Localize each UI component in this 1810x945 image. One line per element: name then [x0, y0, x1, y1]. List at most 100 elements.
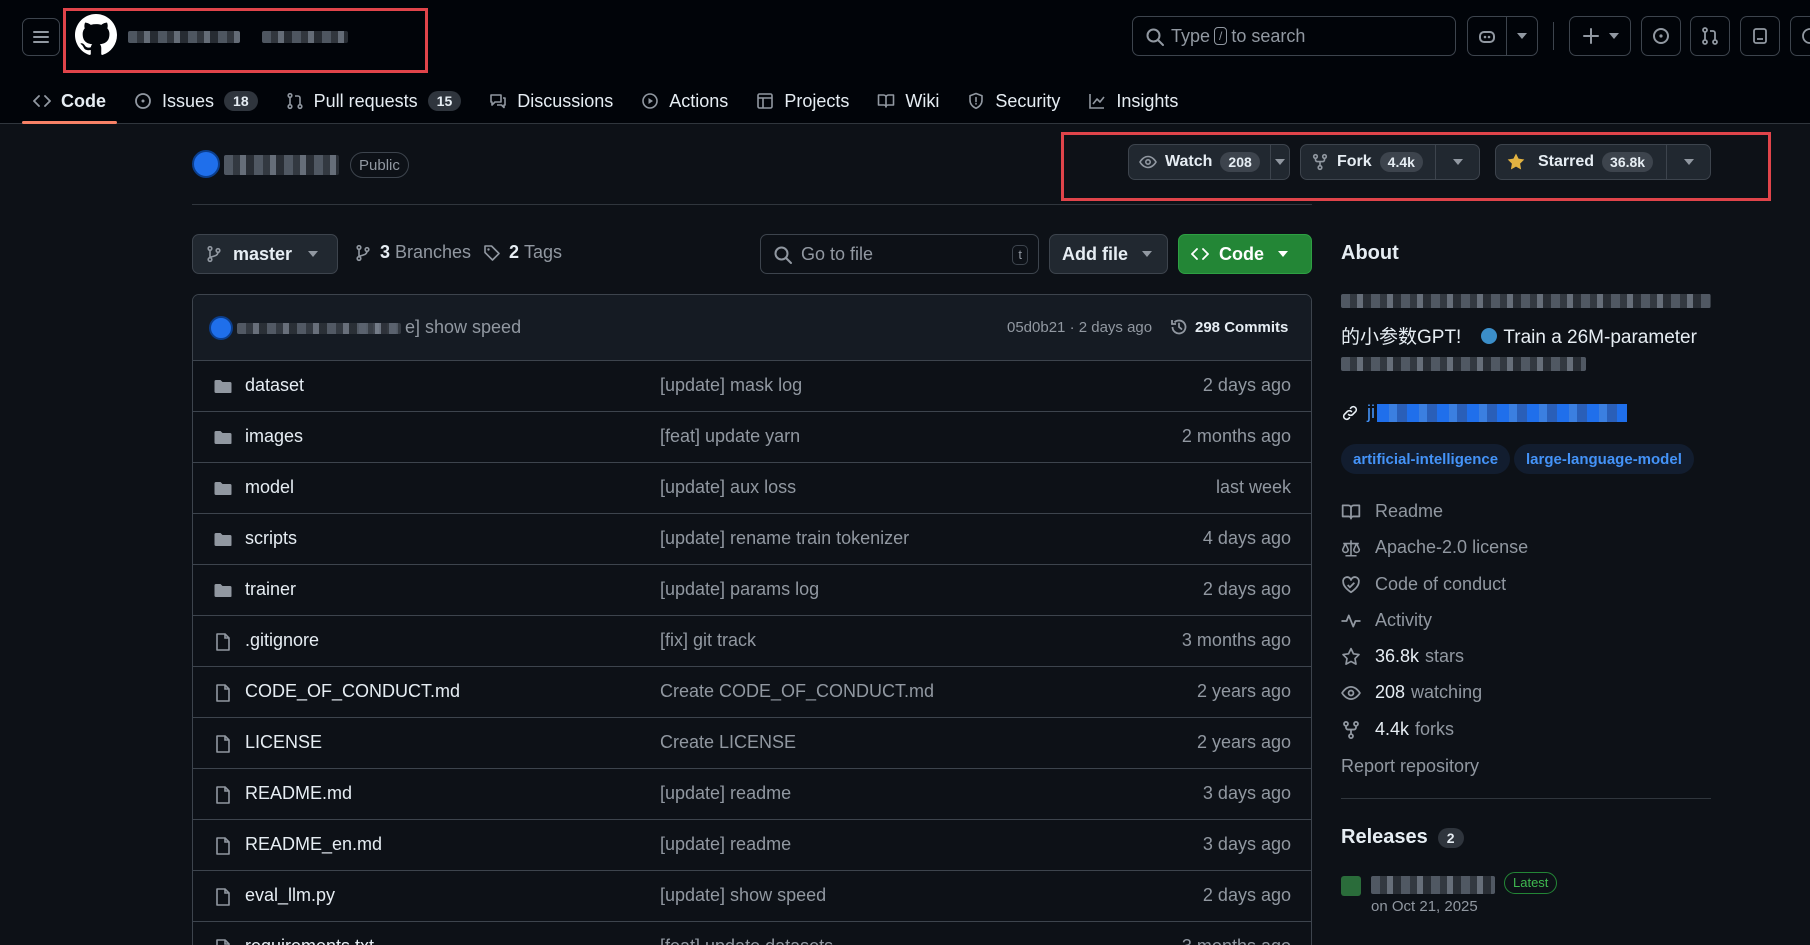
file-commit-date: last week	[1215, 477, 1291, 497]
inbox-button[interactable]	[1740, 16, 1780, 56]
description-line1-blurred	[1341, 294, 1711, 308]
code-of-conduct-link[interactable]: Code of conduct	[1341, 574, 1506, 595]
file-name-link[interactable]: LICENSE	[245, 732, 322, 753]
stars-link[interactable]: 36.8k stars	[1341, 646, 1464, 667]
file-commit-message-link[interactable]: [update] aux loss	[660, 477, 796, 498]
file-name-link[interactable]: README_en.md	[245, 834, 382, 855]
tab-pull-requests[interactable]: Pull requests 15	[275, 78, 473, 124]
file-commit-message-link[interactable]: [fix] git track	[660, 630, 756, 651]
file-commit-message-link[interactable]: [update] rename train tokenizer	[660, 528, 909, 549]
homepage-link[interactable]: ji	[1341, 402, 1627, 423]
menu-button[interactable]	[22, 18, 60, 56]
copilot-button[interactable]	[1467, 16, 1507, 56]
about-heading: About	[1341, 242, 1399, 264]
file-commit-message-link[interactable]: [update] readme	[660, 783, 791, 804]
file-name-link[interactable]: README.md	[245, 783, 352, 804]
search-input[interactable]: Type / to search	[1132, 16, 1456, 56]
file-name-link[interactable]: requirements.txt	[245, 936, 374, 945]
latest-commit-row: e] show speed 05d0b21 · 2 days ago 298 C…	[193, 295, 1311, 361]
tags-link[interactable]: 2 Tags	[483, 242, 562, 263]
tab-discussions[interactable]: Discussions	[478, 78, 624, 124]
forks-label: forks	[1415, 719, 1455, 739]
license-link[interactable]: Apache-2.0 license	[1341, 537, 1528, 558]
homepage-prefix: ji	[1367, 402, 1375, 422]
tab-label: Actions	[669, 90, 729, 111]
tab-label: Pull requests	[313, 90, 418, 111]
tab-label: Wiki	[905, 90, 940, 111]
tab-projects[interactable]: Projects	[745, 78, 860, 124]
file-commit-message-link[interactable]: [update] show speed	[660, 885, 826, 906]
latest-release-badge: Latest	[1504, 872, 1558, 894]
file-name-link[interactable]: .gitignore	[245, 630, 319, 651]
header-separator	[1553, 22, 1554, 50]
file-commit-message-link[interactable]: [feat] update datasets	[660, 936, 833, 945]
file-commit-message-link[interactable]: [update] readme	[660, 834, 791, 855]
tab-wiki[interactable]: Wiki	[866, 78, 950, 124]
file-commit-message-link[interactable]: Create LICENSE	[660, 732, 796, 753]
tab-insights[interactable]: Insights	[1077, 78, 1189, 124]
file-name-link[interactable]: images	[245, 426, 303, 447]
git-pull-request-icon	[287, 92, 303, 110]
tab-code[interactable]: Code	[22, 78, 117, 124]
user-menu-button[interactable]	[1790, 16, 1810, 56]
branch-selector[interactable]: master	[192, 234, 338, 274]
pull-requests-button[interactable]	[1690, 16, 1730, 56]
go-to-file-input[interactable]: Go to file t	[760, 234, 1039, 274]
issues-button[interactable]	[1641, 16, 1681, 56]
create-new-button[interactable]	[1569, 16, 1631, 56]
file-commit-message-link[interactable]: Create CODE_OF_CONDUCT.md	[660, 681, 934, 702]
tab-actions[interactable]: Actions	[630, 78, 739, 124]
search-prefix: Type	[1171, 25, 1211, 46]
add-file-button[interactable]: Add file	[1049, 234, 1168, 274]
code-button[interactable]: Code	[1178, 234, 1312, 274]
file-row: .gitignore [fix] git track 3 months ago	[193, 616, 1311, 667]
commit-hash-time[interactable]: 05d0b21 · 2 days ago	[1007, 319, 1152, 336]
issue-opened-icon	[135, 93, 151, 109]
tab-label: Code	[61, 90, 106, 111]
code-of-conduct-label: Code of conduct	[1375, 574, 1507, 594]
file-row: images [feat] update yarn 2 months ago	[193, 412, 1311, 463]
avatar-icon	[1802, 28, 1810, 44]
graph-icon	[1089, 94, 1105, 109]
tab-security[interactable]: Security	[956, 78, 1071, 124]
watching-link[interactable]: 208 watching	[1341, 682, 1482, 703]
code-of-conduct-icon	[1342, 575, 1360, 593]
commit-message[interactable]: e] show speed	[405, 317, 521, 338]
readme-label: Readme	[1375, 501, 1444, 521]
file-name-link[interactable]: dataset	[245, 375, 304, 396]
commits-link[interactable]: 298 Commits	[1169, 317, 1288, 337]
commit-message-blurred[interactable]	[359, 323, 401, 334]
file-commit-date: 3 days ago	[1202, 834, 1291, 854]
activity-link[interactable]: Activity	[1341, 610, 1432, 631]
file-name-link[interactable]: CODE_OF_CONDUCT.md	[245, 681, 460, 702]
file-commit-date: 2 years ago	[1196, 732, 1291, 752]
search-suffix: to search	[1231, 25, 1306, 46]
file-name-link[interactable]: scripts	[245, 528, 297, 549]
release-tag-icon	[1341, 876, 1361, 896]
report-repository-link[interactable]: Report repository	[1341, 756, 1479, 777]
file-name-link[interactable]: model	[245, 477, 294, 498]
title-divider	[192, 204, 1312, 205]
owner-avatar[interactable]	[192, 150, 220, 178]
file-commit-message-link[interactable]: [feat] update yarn	[660, 426, 800, 447]
release-name-blurred[interactable]	[1371, 876, 1495, 894]
topic-tag[interactable]: artificial-intelligence	[1341, 444, 1511, 474]
branches-link[interactable]: 3 Branches	[354, 242, 471, 263]
folder-icon	[213, 479, 233, 499]
tab-issues[interactable]: Issues 18	[123, 78, 269, 124]
file-name-link[interactable]: eval_llm.py	[245, 885, 335, 906]
readme-link[interactable]: Readme	[1341, 501, 1443, 522]
repo-title-blurred[interactable]	[224, 155, 339, 175]
code-button-label: Code	[1219, 243, 1264, 264]
tag-icon	[484, 244, 500, 261]
file-name-link[interactable]: trainer	[245, 579, 296, 600]
tab-label: Insights	[1116, 90, 1179, 111]
file-commit-message-link[interactable]: [update] mask log	[660, 375, 802, 396]
copilot-dropdown-button[interactable]	[1506, 16, 1538, 56]
releases-heading[interactable]: Releases 2	[1341, 826, 1464, 849]
commit-author-avatar[interactable]	[209, 316, 233, 340]
forks-link[interactable]: 4.4k forks	[1341, 719, 1454, 740]
releases-label: Releases	[1341, 826, 1428, 848]
file-commit-message-link[interactable]: [update] params log	[660, 579, 819, 600]
topic-tag[interactable]: large-language-model	[1514, 444, 1694, 474]
